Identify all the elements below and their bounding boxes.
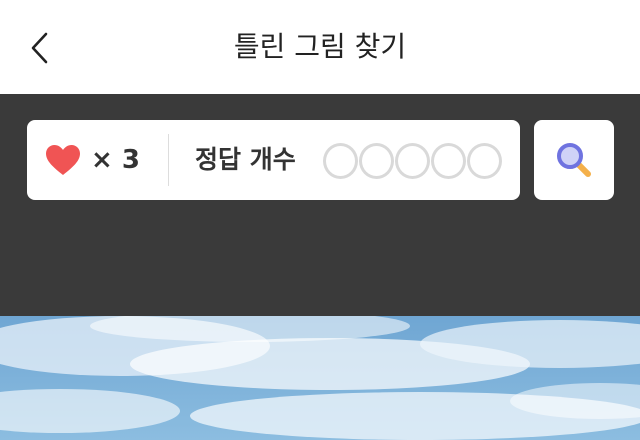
answer-slot [323, 143, 358, 179]
answer-slots [323, 143, 503, 179]
divider [168, 134, 169, 186]
answer-slot [359, 143, 394, 179]
puzzle-image[interactable] [0, 316, 640, 440]
sky-clouds-image [0, 316, 640, 440]
search-icon [557, 143, 591, 177]
heart-icon [46, 145, 80, 175]
chevron-left-icon [31, 32, 48, 64]
answer-slot [467, 143, 502, 179]
lives-count: × 3 [91, 145, 140, 175]
answer-slot [395, 143, 430, 179]
game-toolbar: × 3 정답 개수 [0, 94, 640, 316]
back-button[interactable] [22, 28, 62, 68]
status-card: × 3 정답 개수 [27, 120, 520, 200]
hint-search-button[interactable] [534, 120, 614, 200]
header-bar: 틀린 그림 찾기 [0, 0, 640, 94]
answer-slot [431, 143, 466, 179]
answers-label: 정답 개수 [195, 145, 296, 174]
page-title: 틀린 그림 찾기 [233, 30, 407, 63]
